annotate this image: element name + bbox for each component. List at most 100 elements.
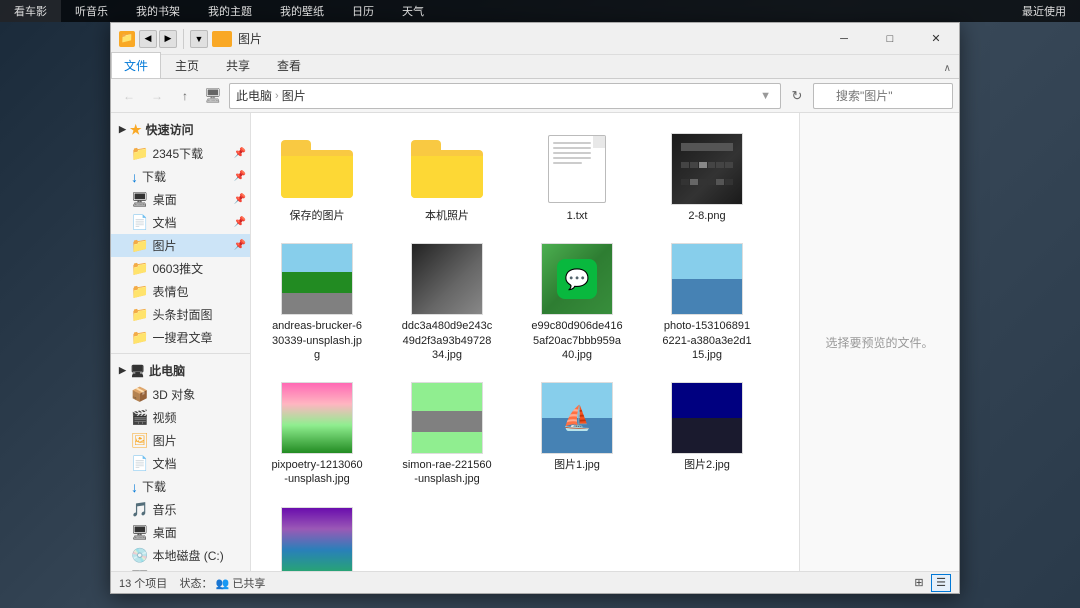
file-item-saved-pictures[interactable]: 保存的图片 (267, 125, 367, 231)
drive-icon-e: 💽 (131, 570, 148, 571)
up-button[interactable]: ↑ (173, 84, 197, 108)
sidebar-label-articles: 一搜君文章 (152, 329, 212, 346)
window-icon: 📁 (119, 31, 135, 47)
img-thumb-e99c8: 💬 (541, 243, 613, 315)
sidebar-item-pictures[interactable]: 📁 图片 📌 (111, 234, 250, 257)
statusbar: 13 个项目 状态： 👥 已共享 ⊞ ☰ (111, 571, 959, 593)
up-btn-title[interactable]: ▼ (190, 30, 208, 48)
pin-icon-download: 📌 (234, 171, 246, 182)
tab-view[interactable]: 查看 (264, 52, 314, 78)
img-thumb-mountain (281, 507, 353, 571)
share-icon: 👥 (216, 578, 230, 590)
preview-pane: 选择要预览的文件。 (799, 113, 959, 571)
pin-icon-docs: 📌 (234, 217, 246, 228)
file-item-local-photos[interactable]: 本机照片 (397, 125, 497, 231)
sidebar-label-pictures: 图片 (152, 237, 176, 254)
folder-icon-documents-pc: 📄 (131, 455, 148, 472)
address-path[interactable]: 此电脑 › 图片 ▼ (229, 83, 781, 109)
file-item-pic2[interactable]: 图片2.jpg (657, 374, 757, 495)
file-item-ddc3a[interactable]: ddc3a480d9e243c49d2f3a93b4972834.jpg (397, 235, 497, 370)
img-thumb-2-8 (671, 133, 743, 205)
item-count: 13 个项目 (119, 578, 167, 590)
taskbar-item-wallpaper[interactable]: 我的壁纸 (266, 0, 338, 22)
path-dropdown[interactable]: ▼ (760, 90, 771, 102)
sidebar-item-cover[interactable]: 📁 头条封面图 (111, 303, 250, 326)
search-input[interactable] (813, 83, 953, 109)
folder-thumb-saved (281, 133, 353, 205)
ribbon-expand-btn[interactable]: ∧ (936, 59, 959, 78)
this-pc-header[interactable]: ▶ 🖥 此电脑 (111, 358, 250, 383)
sidebar-item-3d[interactable]: 📦 3D 对象 (111, 383, 250, 406)
forward-btn-title[interactable]: ▶ (159, 30, 177, 48)
file-item-2-8[interactable]: 2-8.png (657, 125, 757, 231)
sidebar-label-pictures-pc: 图片 (153, 432, 177, 449)
sidebar-item-pictures-pc[interactable]: 🖼 图片 (111, 429, 250, 452)
file-name-andreas: andreas-brucker-630339-unsplash.jpg (271, 319, 363, 362)
taskbar-item-books[interactable]: 我的书架 (122, 0, 194, 22)
folder-icon-music: 🎵 (131, 501, 148, 518)
folder-icon-emoji: 📁 (131, 283, 148, 300)
pin-icon-2345: 📌 (234, 148, 246, 159)
sidebar-label-desktop-pc: 桌面 (153, 524, 177, 541)
file-item-pixpoetry[interactable]: pixpoetry-1213060-unsplash.jpg (267, 374, 367, 495)
taskbar-item-calendar[interactable]: 日历 (338, 0, 388, 22)
tab-home[interactable]: 主页 (162, 52, 212, 78)
quick-access-header[interactable]: ▶ ★ 快速访问 (111, 117, 250, 142)
close-button[interactable]: ✕ (913, 23, 959, 55)
tab-file[interactable]: 文件 (111, 52, 161, 78)
file-item-pic1[interactable]: ⛵ 图片1.jpg (527, 374, 627, 495)
sidebar-divider-1 (111, 353, 250, 354)
folder-icon-downloads-pc: ↓ (131, 479, 138, 495)
maximize-button[interactable]: □ (867, 23, 913, 55)
file-scroll[interactable]: 保存的图片 本机照片 (251, 113, 799, 571)
taskbar-item-weather[interactable]: 天气 (388, 0, 438, 22)
view-list-btn[interactable]: ☰ (931, 574, 951, 592)
sidebar-item-desktop-pc[interactable]: 🖥 桌面 (111, 521, 250, 544)
computer-icon: 🖥 (201, 84, 225, 108)
sidebar-item-emoji[interactable]: 📁 表情包 (111, 280, 250, 303)
taskbar-item-recent[interactable]: 最近使用 (1008, 0, 1080, 22)
back-btn-title[interactable]: ◀ (139, 30, 157, 48)
chevron-right-icon-pc: ▶ (119, 365, 126, 376)
sidebar-item-downloads-pc[interactable]: ↓ 下载 (111, 475, 250, 498)
taskbar: 看车影 听音乐 我的书架 我的主题 我的壁纸 日历 天气 最近使用 (0, 0, 1080, 22)
sidebar-item-documents-pc[interactable]: 📄 文档 (111, 452, 250, 475)
file-item-photo1531[interactable]: photo-1531068916221-a380a3e2d115.jpg (657, 235, 757, 370)
sidebar-item-0603[interactable]: 📁 0603推文 (111, 257, 250, 280)
forward-button[interactable]: → (145, 84, 169, 108)
sidebar-item-download[interactable]: ↓ 下载 📌 (111, 165, 250, 188)
file-item-simonrae[interactable]: simon-rae-221560-unsplash.jpg (397, 374, 497, 495)
sidebar-label-2345: 2345下载 (152, 145, 203, 162)
sidebar-item-desktop[interactable]: 🖥 桌面 📌 (111, 188, 250, 211)
refresh-button[interactable]: ↻ (785, 84, 809, 108)
sidebar-item-music[interactable]: 🎵 音乐 (111, 498, 250, 521)
back-button[interactable]: ← (117, 84, 141, 108)
file-item-1txt[interactable]: 1.txt (527, 125, 627, 231)
sidebar-label-video: 视频 (152, 409, 176, 426)
folder-icon-pictures: 📁 (131, 237, 148, 254)
minimize-button[interactable]: ─ (821, 23, 867, 55)
sidebar-item-disk-c[interactable]: 💿 本地磁盘 (C:) (111, 544, 250, 567)
sidebar-label-downloads-pc: 下载 (142, 478, 166, 495)
view-tiles-btn[interactable]: ⊞ (909, 574, 929, 592)
sidebar-item-articles[interactable]: 📁 一搜君文章 (111, 326, 250, 349)
folder-icon-0603: 📁 (131, 260, 148, 277)
file-name-e99c8: e99c80d906de4165af20ac7bbb959a40.jpg (531, 319, 623, 362)
sidebar-item-disk-e[interactable]: 💽 新加卷 (E:) (111, 567, 250, 571)
sidebar-item-2345[interactable]: 📁 2345下载 📌 (111, 142, 250, 165)
sidebar-item-video[interactable]: 🎬 视频 (111, 406, 250, 429)
file-item-mountain[interactable]: ... (267, 499, 367, 571)
taskbar-item-kandiany[interactable]: 看车影 (0, 0, 61, 22)
taskbar-item-themes[interactable]: 我的主题 (194, 0, 266, 22)
folder-icon-docs: 📄 (131, 214, 148, 231)
sidebar-item-docs[interactable]: 📄 文档 📌 (111, 211, 250, 234)
taskbar-item-music[interactable]: 听音乐 (61, 0, 122, 22)
img-thumb-ddc3a (411, 243, 483, 315)
tab-share[interactable]: 共享 (213, 52, 263, 78)
file-name-saved: 保存的图片 (290, 209, 345, 223)
file-name-1txt: 1.txt (567, 209, 588, 223)
file-name-pixpoetry: pixpoetry-1213060-unsplash.jpg (271, 458, 363, 487)
file-item-e99c8[interactable]: 💬 e99c80d906de4165af20ac7bbb959a40.jpg (527, 235, 627, 370)
file-item-andreas[interactable]: andreas-brucker-630339-unsplash.jpg (267, 235, 367, 370)
this-pc-label: 此电脑 (149, 362, 185, 379)
